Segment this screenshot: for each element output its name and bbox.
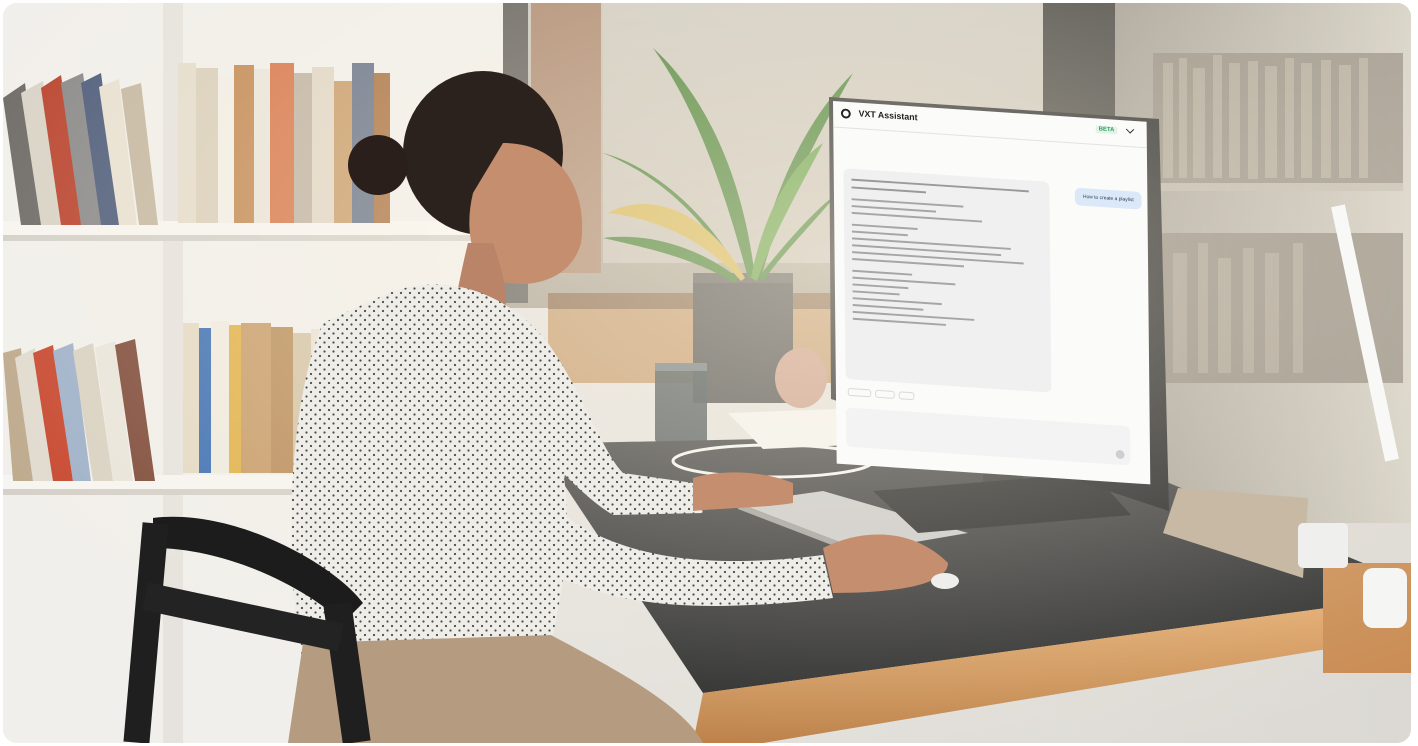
office-scene-photo bbox=[3, 3, 1411, 743]
photo-frame: VXT Assistant BETA How to create a playl… bbox=[3, 3, 1411, 743]
